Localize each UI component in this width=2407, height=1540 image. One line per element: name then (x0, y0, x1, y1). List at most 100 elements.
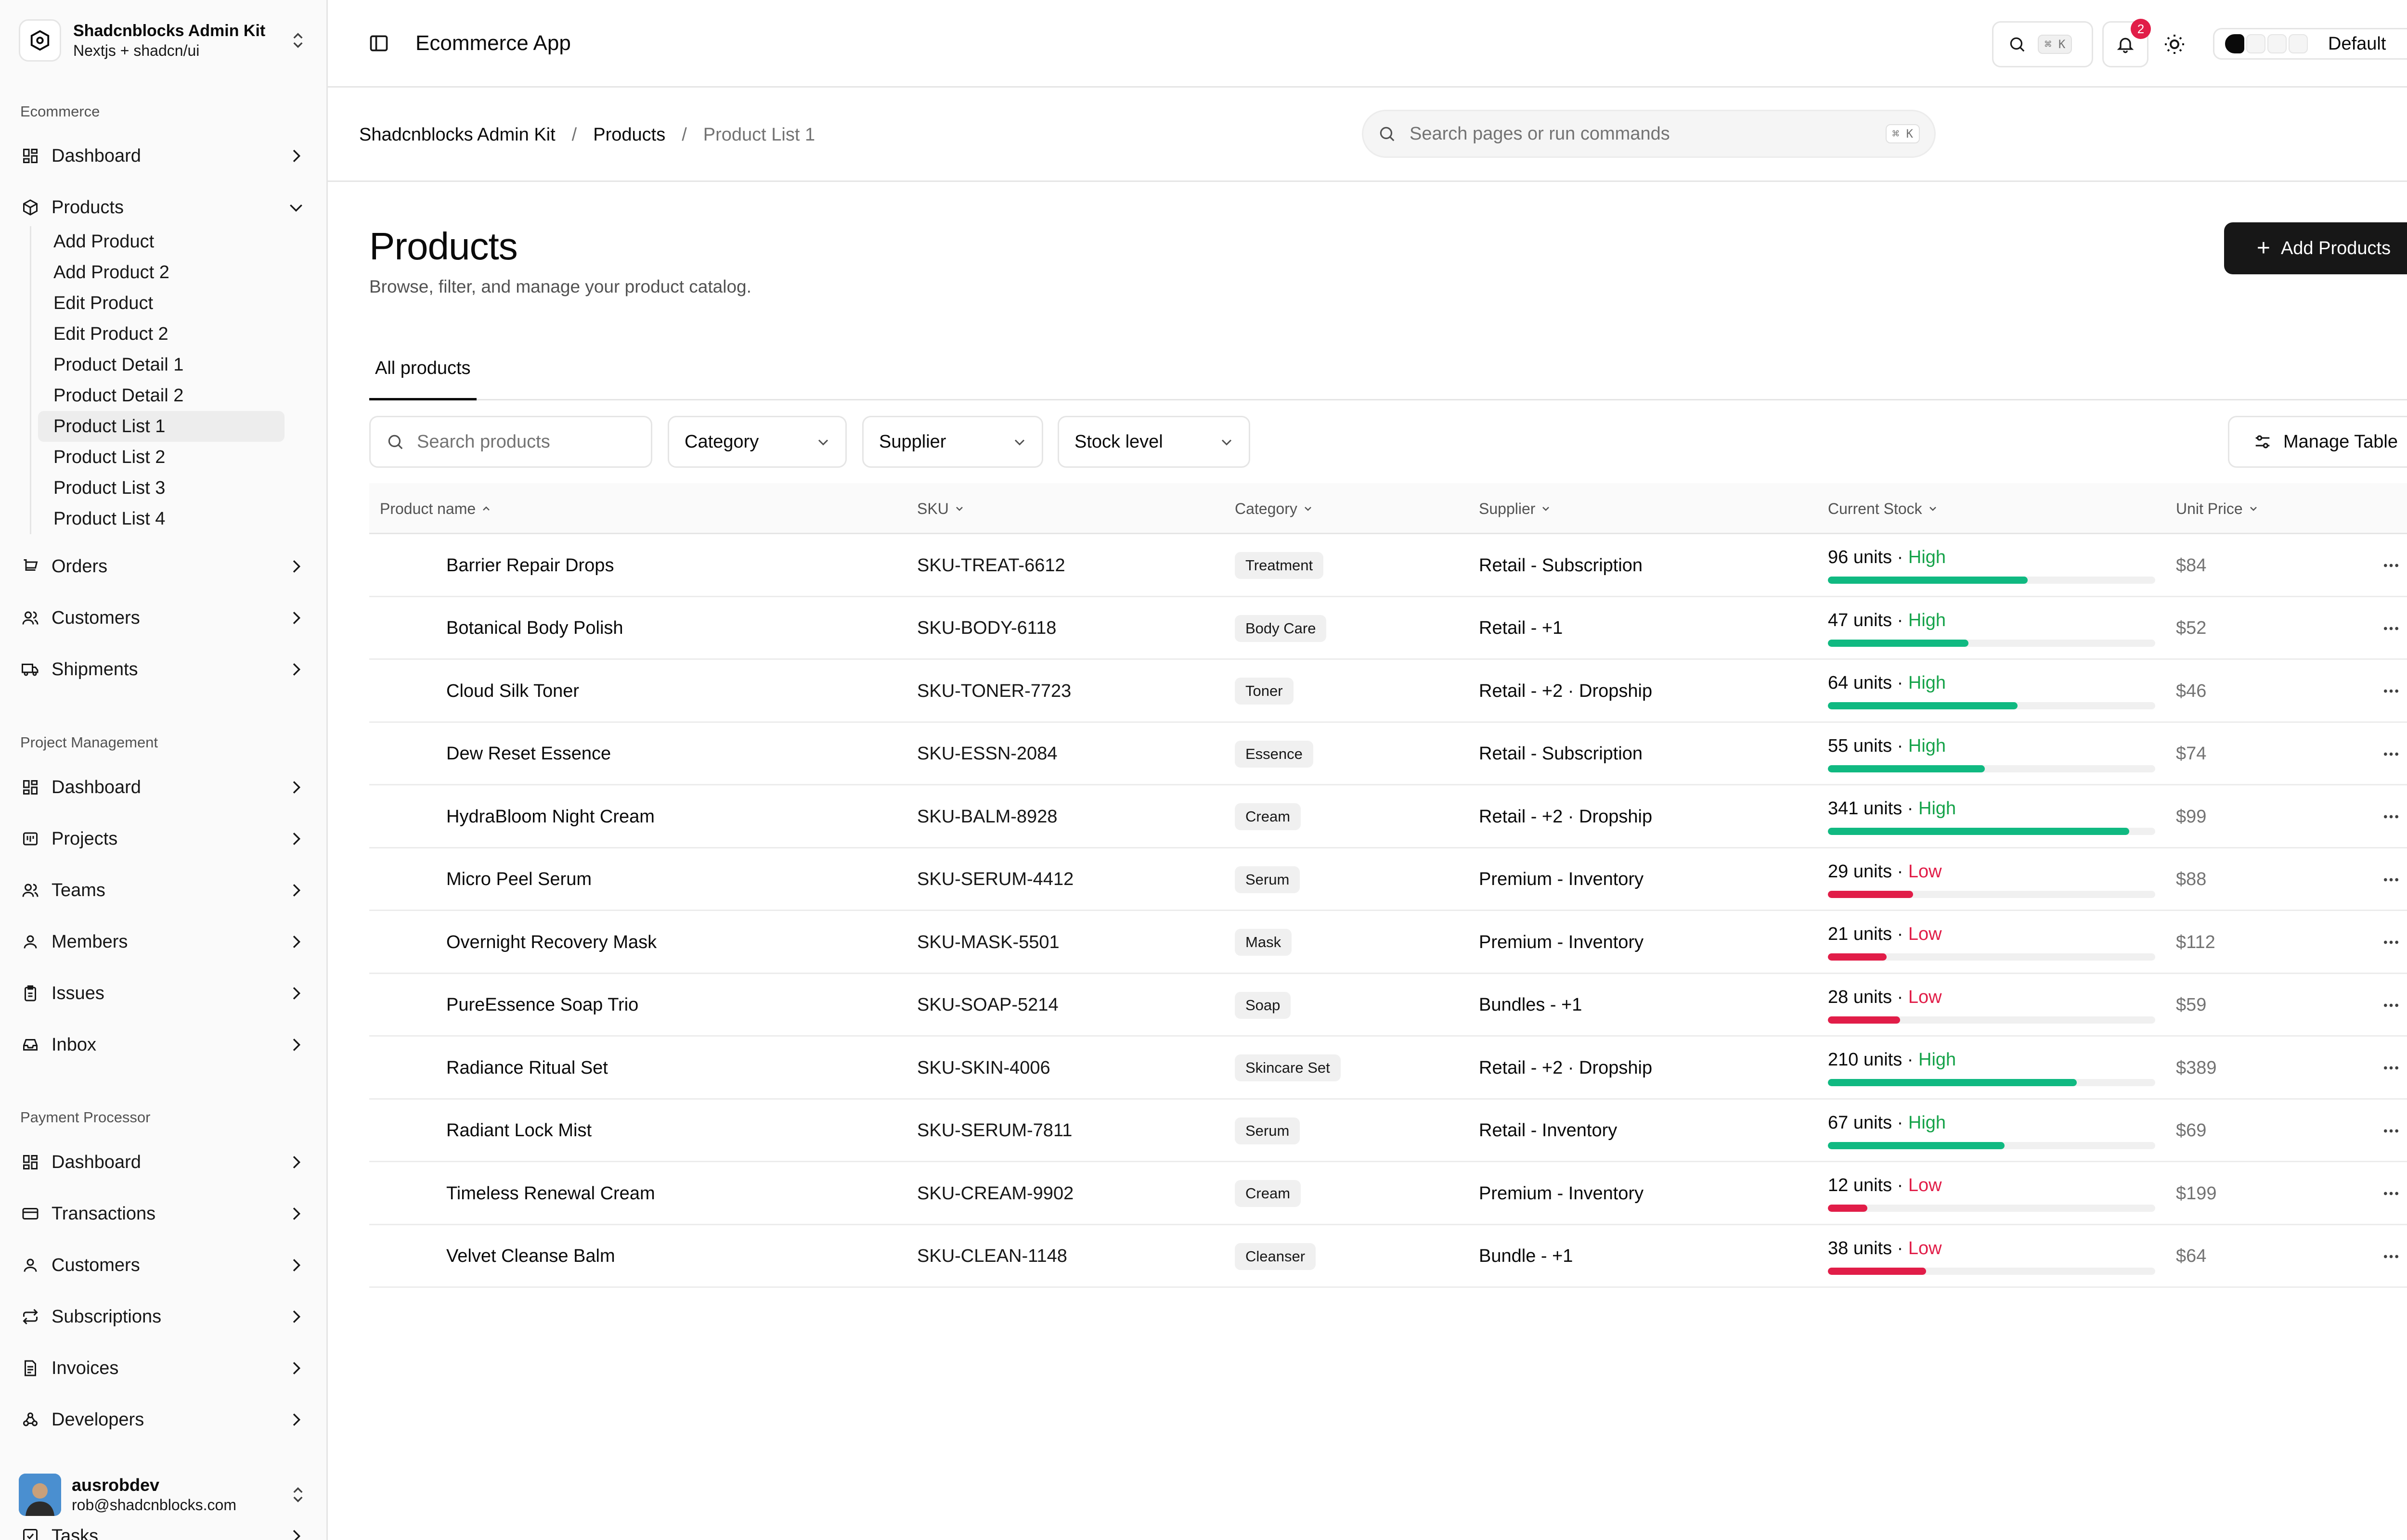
sidebar-subitem-product-list-2[interactable]: Product List 2 (38, 442, 285, 473)
breadcrumb-item-home[interactable]: Shadcnblocks Admin Kit (359, 122, 556, 147)
more-horizontal-icon[interactable] (2381, 681, 2401, 701)
more-horizontal-icon[interactable] (2381, 996, 2401, 1015)
product-name-cell[interactable]: PureEssence Soap Trio (446, 974, 638, 1037)
category-cell: Soap (1235, 974, 1291, 1037)
column-header-current-stock[interactable]: Current Stock (1828, 483, 1939, 534)
product-name-cell[interactable]: Radiance Ritual Set (446, 1037, 608, 1099)
sidebar-item-issues[interactable]: Issues (19, 975, 308, 1012)
product-name-cell[interactable]: Botanical Body Polish (446, 597, 623, 660)
supplier-cell: Premium - Inventory (1479, 1183, 1644, 1204)
notifications-button[interactable]: 2 (2102, 19, 2151, 67)
add-products-button[interactable]: + Add Products (2224, 222, 2407, 274)
column-header-sku[interactable]: SKU (917, 483, 965, 534)
sidebar-subitem-product-list-1[interactable]: Product List 1 (38, 411, 285, 442)
table-row[interactable]: Overnight Recovery Mask SKU-MASK-5501 Ma… (369, 911, 2407, 974)
sidebar-item-invoices[interactable]: Invoices (19, 1350, 308, 1386)
table-row[interactable]: Radiant Lock Mist SKU-SERUM-7811 Serum R… (369, 1100, 2407, 1162)
products-submenu: Add Product Add Product 2 Edit Product E… (30, 226, 290, 534)
category-cell: Cream (1235, 785, 1301, 848)
sidebar-item-payment-dashboard[interactable]: Dashboard (19, 1144, 308, 1181)
chevron-right-icon (293, 1039, 301, 1051)
stock-progress-fill (1828, 828, 2129, 835)
command-search-input[interactable]: Search pages or run commands ⌘ K (1362, 110, 1936, 158)
brand-switcher[interactable]: Shadcnblocks Admin Kit Nextjs + shadcn/u… (19, 19, 308, 62)
sidebar-item-subscriptions[interactable]: Subscriptions (19, 1298, 308, 1335)
table-row[interactable]: Cloud Silk Toner SKU-TONER-7723 Toner Re… (369, 660, 2407, 723)
search-products-input[interactable]: Search products (369, 416, 652, 468)
product-name-cell[interactable]: Dew Reset Essence (446, 723, 611, 785)
column-header-unit-price[interactable]: Unit Price (2176, 483, 2259, 534)
sun-icon[interactable] (2163, 33, 2186, 56)
supplier-filter-select[interactable]: Supplier (862, 416, 1043, 468)
more-horizontal-icon[interactable] (2381, 1247, 2401, 1266)
sidebar-item-ecommerce-dashboard[interactable]: Dashboard (19, 138, 308, 174)
product-name-cell[interactable]: Barrier Repair Drops (446, 534, 614, 597)
table-row[interactable]: Radiance Ritual Set SKU-SKIN-4006 Skinca… (369, 1037, 2407, 1100)
unit-price-cell: $64 (2176, 1246, 2207, 1266)
more-horizontal-icon[interactable] (2381, 1058, 2401, 1078)
sidebar-subitem-product-list-3[interactable]: Product List 3 (38, 473, 285, 503)
product-name-cell[interactable]: Micro Peel Serum (446, 848, 592, 911)
product-name-cell[interactable]: Radiant Lock Mist (446, 1100, 592, 1162)
sidebar-item-orders[interactable]: Orders (19, 548, 308, 585)
more-horizontal-icon[interactable] (2381, 870, 2401, 889)
table-row[interactable]: Dew Reset Essence SKU-ESSN-2084 Essence … (369, 723, 2407, 785)
user-menu[interactable]: ausrobdev rob@shadcnblocks.com (19, 1472, 308, 1518)
sidebar-subitem-add-product[interactable]: Add Product (38, 226, 285, 257)
column-header-product-name[interactable]: Product name (380, 483, 492, 534)
table-row[interactable]: Botanical Body Polish SKU-BODY-6118 Body… (369, 597, 2407, 660)
table-row[interactable]: Velvet Cleanse Balm SKU-CLEAN-1148 Clean… (369, 1225, 2407, 1288)
unit-price-cell: $52 (2176, 618, 2207, 638)
more-horizontal-icon[interactable] (2381, 556, 2401, 575)
column-header-supplier[interactable]: Supplier (1479, 483, 1552, 534)
sidebar-item-inbox[interactable]: Inbox (19, 1027, 308, 1063)
sidebar-subitem-edit-product[interactable]: Edit Product (38, 288, 285, 319)
more-horizontal-icon[interactable] (2381, 619, 2401, 638)
sidebar-subitem-add-product-2[interactable]: Add Product 2 (38, 257, 285, 288)
sku-cell: SKU-MASK-5501 (917, 932, 1060, 952)
more-horizontal-icon[interactable] (2381, 1184, 2401, 1203)
sidebar-subitem-edit-product-2[interactable]: Edit Product 2 (38, 319, 285, 349)
breadcrumb-item-products[interactable]: Products (593, 122, 665, 147)
tab-all-products[interactable]: All products (369, 346, 477, 400)
table-row[interactable]: Micro Peel Serum SKU-SERUM-4412 Serum Pr… (369, 848, 2407, 911)
sidebar-item-teams[interactable]: Teams (19, 872, 308, 909)
sidebar-item-project-dashboard[interactable]: Dashboard (19, 769, 308, 806)
product-name-cell[interactable]: Overnight Recovery Mask (446, 911, 657, 974)
sidebar-item-shipments[interactable]: Shipments (19, 651, 308, 688)
product-name-cell[interactable]: Velvet Cleanse Balm (446, 1225, 615, 1288)
chevron-down-icon (818, 439, 828, 446)
sidebar-subitem-product-detail-2[interactable]: Product Detail 2 (38, 380, 285, 411)
more-horizontal-icon[interactable] (2381, 744, 2401, 764)
manage-table-button[interactable]: Manage Table (2228, 416, 2407, 468)
product-name-cell[interactable]: Timeless Renewal Cream (446, 1162, 655, 1225)
sidebar-item-developers[interactable]: Developers (19, 1401, 308, 1438)
sidebar-subitem-product-list-4[interactable]: Product List 4 (38, 503, 285, 534)
table-row[interactable]: PureEssence Soap Trio SKU-SOAP-5214 Soap… (369, 974, 2407, 1037)
more-horizontal-icon[interactable] (2381, 1121, 2401, 1141)
supplier-cell: Retail - Subscription (1479, 744, 1643, 764)
category-filter-select[interactable]: Category (668, 416, 847, 468)
sidebar-item-projects[interactable]: Projects (19, 821, 308, 857)
sidebar-toggle-icon[interactable] (368, 33, 389, 54)
stock-units: 67 units (1828, 1112, 1892, 1133)
stock-level-filter-select[interactable]: Stock level (1058, 416, 1250, 468)
sidebar-item-products[interactable]: Products (19, 189, 308, 226)
table-row[interactable]: HydraBloom Night Cream SKU-BALM-8928 Cre… (369, 785, 2407, 848)
sidebar-subitem-product-detail-1[interactable]: Product Detail 1 (38, 349, 285, 380)
sidebar-item-payment-customers[interactable]: Customers (19, 1247, 308, 1283)
theme-select[interactable]: Default (2213, 28, 2407, 60)
more-horizontal-icon[interactable] (2381, 933, 2401, 952)
product-name-cell[interactable]: Cloud Silk Toner (446, 660, 579, 722)
product-name-cell[interactable]: HydraBloom Night Cream (446, 785, 655, 848)
table-row[interactable]: Timeless Renewal Cream SKU-CREAM-9902 Cr… (369, 1162, 2407, 1225)
sidebar-item-transactions[interactable]: Transactions (19, 1195, 308, 1232)
header-search-button[interactable]: ⌘ K (1992, 21, 2093, 67)
sidebar-item-members[interactable]: Members (19, 924, 308, 960)
more-horizontal-icon[interactable] (2381, 807, 2401, 826)
table-row[interactable]: Barrier Repair Drops SKU-TREAT-6612 Trea… (369, 534, 2407, 597)
sidebar-item-tasks[interactable]: Tasks (19, 1522, 308, 1540)
sidebar-item-ecommerce-customers[interactable]: Customers (19, 600, 308, 636)
sidebar-item-label: Dashboard (52, 777, 141, 797)
column-header-category[interactable]: Category (1235, 483, 1314, 534)
